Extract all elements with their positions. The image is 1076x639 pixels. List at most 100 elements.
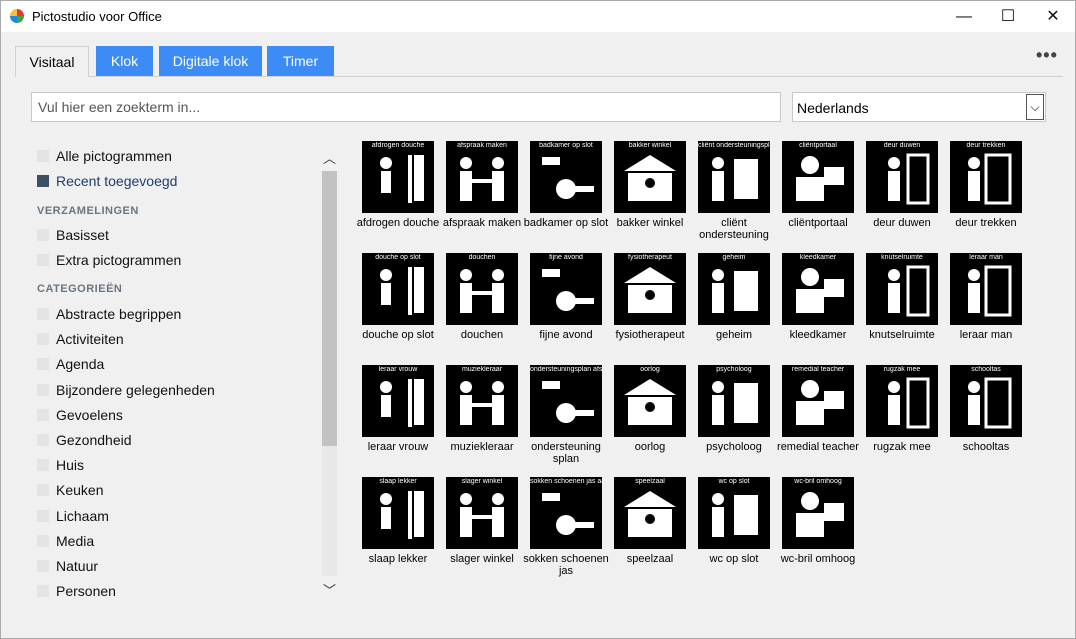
pictogram-figure-icon <box>796 492 844 537</box>
pictogram-label: ondersteuning splan <box>531 441 601 465</box>
checkbox[interactable] <box>37 408 49 421</box>
pictogram-image[interactable]: deur duwen <box>866 141 938 213</box>
app-window: Pictostudio voor Office — ☐ ✕ Visitaal K… <box>0 0 1076 639</box>
checkbox[interactable] <box>37 229 49 241</box>
tab-klok[interactable]: Klok <box>96 46 153 76</box>
pictogram-figure-icon <box>888 153 930 205</box>
pictogram-figure-icon <box>796 268 844 313</box>
pictogram-image[interactable]: schooltas <box>950 365 1022 437</box>
tab-digitale-klok[interactable]: Digitale klok <box>159 46 262 76</box>
pictogram-image[interactable]: bakker winkel <box>614 141 686 213</box>
pictogram-label: knutselruimte <box>869 329 935 341</box>
pictogram-image[interactable]: leraar vrouw <box>362 365 434 437</box>
pictogram-label: deur trekken <box>955 217 1017 229</box>
pictogram-image[interactable]: rugzak mee <box>866 365 938 437</box>
checkbox[interactable] <box>37 308 49 320</box>
sidebar-item-label: Gezondheid <box>56 432 132 448</box>
pictogram-label: muziekleraar <box>450 441 514 453</box>
pictogram-image[interactable]: kleedkamer <box>782 253 854 325</box>
pictogram-image[interactable]: afdrogen douche <box>362 141 434 213</box>
pictogram-image[interactable]: cliënt ondersteuningsplan <box>698 141 770 213</box>
checkbox[interactable] <box>37 383 49 396</box>
pictogram-image[interactable]: psycholoog <box>698 365 770 437</box>
sidebar-item-label: Natuur <box>56 558 99 574</box>
pictogram-label: geheim <box>715 329 753 341</box>
checkbox[interactable] <box>37 459 49 472</box>
pictogram-image[interactable]: afspraak maken <box>446 141 518 213</box>
pictogram-caption: douche op slot <box>375 254 421 261</box>
checkbox[interactable] <box>37 358 49 371</box>
pictogram-image[interactable]: fijne avond <box>530 253 602 325</box>
pictogram-figure-icon <box>380 155 424 203</box>
minimize-button[interactable]: — <box>941 1 987 32</box>
pictogram-image[interactable]: badkamer op slot <box>530 141 602 213</box>
pictogram-image[interactable]: muziekleraar <box>446 365 518 437</box>
pictogram-image[interactable]: remedial teacher <box>782 365 854 437</box>
checkbox[interactable] <box>37 434 49 446</box>
app-logo-icon <box>10 9 24 23</box>
pictogram-label: afdrogen douche <box>356 217 440 229</box>
pictogram-caption: afdrogen douche <box>371 142 425 149</box>
tab-timer[interactable]: Timer <box>267 46 334 76</box>
pictogram-caption: slaap lekker <box>379 478 417 485</box>
pictogram-figure-icon <box>542 381 594 423</box>
pictogram-caption: deur duwen <box>883 142 921 149</box>
pictogram-image[interactable]: speelzaal <box>614 477 686 549</box>
language-select[interactable]: Nederlands ⌵ <box>792 92 1046 122</box>
more-options-icon[interactable]: ••• <box>1036 45 1058 66</box>
pictogram-label: speelzaal <box>626 553 674 565</box>
pictogram-figure-icon <box>712 157 758 201</box>
checkbox[interactable] <box>37 333 49 346</box>
pictogram-caption: deur trekken <box>966 142 1006 149</box>
checkbox[interactable] <box>37 175 49 187</box>
checkbox[interactable] <box>37 254 49 266</box>
pictogram-image[interactable]: sokken schoenen jas aandoen <box>530 477 602 549</box>
pictogram-image[interactable]: wc-bril omhoog <box>782 477 854 549</box>
pictogram-image[interactable]: oorlog <box>614 365 686 437</box>
pictogram-image[interactable]: ondersteuningsplan afspraken <box>530 365 602 437</box>
pictogram-caption: slager winkel <box>461 478 503 485</box>
sidebar-item-label: Basisset <box>56 227 109 243</box>
checkbox[interactable] <box>37 585 49 598</box>
pictogram-image[interactable]: fysiotherapeut <box>614 253 686 325</box>
search-input[interactable] <box>31 92 781 122</box>
pictogram-figure-icon <box>624 491 676 537</box>
pictogram-image[interactable]: cliëntportaal <box>782 141 854 213</box>
pictogram-image[interactable]: wc op slot <box>698 477 770 549</box>
sidebar-item-label: Media <box>56 532 95 549</box>
checkbox[interactable] <box>37 509 49 522</box>
pictogram-figure-icon <box>968 377 1012 429</box>
pictogram-figure-icon <box>712 493 758 537</box>
sidebar-item-label: Activiteiten <box>56 331 124 348</box>
pictogram-figure-icon <box>542 157 594 199</box>
sidebar-scrollbar[interactable]: ︿ ﹀ <box>321 136 338 606</box>
pictogram-image[interactable]: deur trekken <box>950 141 1022 213</box>
pictogram-image[interactable]: slager winkel <box>446 477 518 549</box>
pictogram-label: leraar vrouw <box>367 441 429 453</box>
pictogram-image[interactable]: geheim <box>698 253 770 325</box>
checkbox[interactable] <box>37 560 49 572</box>
pictogram-image[interactable]: douchen <box>446 253 518 325</box>
pictogram-figure-icon <box>460 157 504 201</box>
scroll-down-icon[interactable]: ﹀ <box>321 580 338 598</box>
pictogram-image[interactable]: slaap lekker <box>362 477 434 549</box>
collections-header: VERZAMELINGEN <box>37 205 139 217</box>
pictogram-label: leraar man <box>959 329 1013 341</box>
scroll-thumb[interactable] <box>322 171 337 446</box>
pictogram-image[interactable]: douche op slot <box>362 253 434 325</box>
checkbox[interactable] <box>37 534 49 547</box>
pictogram-label: badkamer op slot <box>523 217 609 229</box>
pictogram-image[interactable]: knutselruimte <box>866 253 938 325</box>
checkbox[interactable] <box>37 150 49 162</box>
maximize-button[interactable]: ☐ <box>985 1 1031 32</box>
pictogram-caption: speelzaal <box>635 478 665 485</box>
pictogram-caption: badkamer op slot <box>539 142 593 149</box>
pictogram-figure-icon <box>380 379 424 427</box>
chevron-down-icon[interactable]: ⌵ <box>1026 94 1044 120</box>
checkbox[interactable] <box>37 484 49 497</box>
pictogram-image[interactable]: leraar man <box>950 253 1022 325</box>
scroll-up-icon[interactable]: ︿ <box>321 148 338 166</box>
pictogram-caption: oorlog <box>640 366 660 373</box>
close-button[interactable]: ✕ <box>1030 1 1076 32</box>
tab-visitaal[interactable]: Visitaal <box>15 46 89 77</box>
